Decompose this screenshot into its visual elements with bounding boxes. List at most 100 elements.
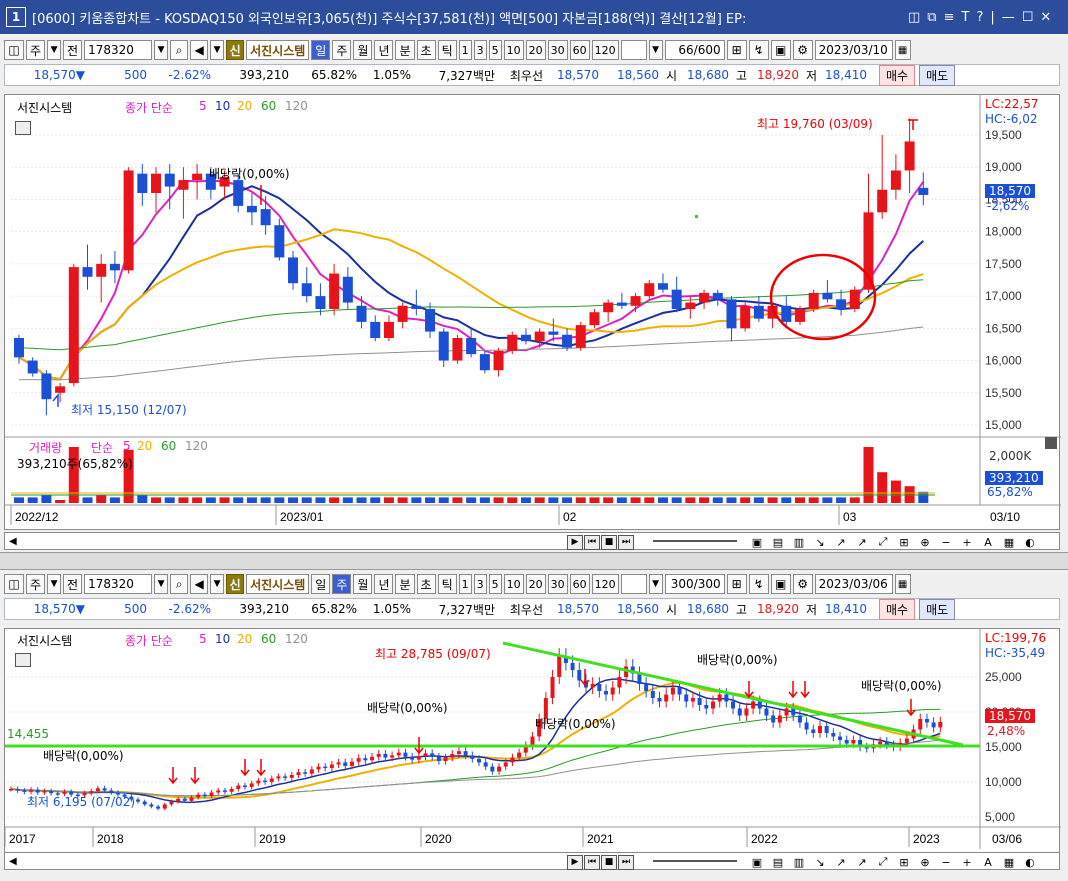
interval-input[interactable] xyxy=(620,40,647,60)
nav-icon[interactable]: ▶ xyxy=(567,854,583,870)
search-icon[interactable]: ⌕ xyxy=(170,574,189,594)
tab-period[interactable]: 초 xyxy=(416,40,436,60)
search-icon[interactable]: ⌕ xyxy=(170,40,189,60)
interval-button[interactable]: 120 xyxy=(591,40,619,60)
tool-icon[interactable]: ◐ xyxy=(1020,855,1040,870)
tool-icon[interactable]: ⊞ xyxy=(894,855,914,870)
tool-icon[interactable]: ↗ xyxy=(831,855,851,870)
new-button[interactable]: 신 xyxy=(226,40,245,60)
layout-icon[interactable]: ◫ xyxy=(4,574,24,594)
daily-chart-svg[interactable]: 19,50019,00018,50018,00017,50017,00016,5… xyxy=(5,95,1061,531)
tool-icon[interactable]: − xyxy=(936,535,956,550)
interval-button[interactable]: 30 xyxy=(547,574,568,594)
window-control-icon[interactable]: ☐ xyxy=(1022,10,1034,25)
grid-icon[interactable] xyxy=(15,121,31,135)
window-control-icon[interactable]: ? xyxy=(976,10,983,25)
weekly-scrollbar[interactable]: ◀ ▶ ⏮ ■ ⏭ ▣ ▤ ▥ ↘ ↗ ↗ ⤢ ⊞ ⊕ − + A ▦ ◐ xyxy=(4,852,1060,870)
window-control-icon[interactable]: — xyxy=(1002,10,1015,25)
layout-icon[interactable]: ◫ xyxy=(4,40,24,60)
tool-icon[interactable]: ↘ xyxy=(810,535,830,550)
interval-button[interactable]: 3 xyxy=(473,574,487,594)
interval-button[interactable]: 60 xyxy=(569,574,590,594)
dropdown-icon[interactable]: ▼ xyxy=(210,40,225,60)
speaker-icon[interactable]: ◀ xyxy=(190,40,209,60)
compare-icon[interactable]: ⊞ xyxy=(726,574,747,594)
speaker-icon[interactable]: ◀ xyxy=(190,574,209,594)
tab-period[interactable]: 분 xyxy=(395,574,415,594)
date-input[interactable]: 2023/03/10 xyxy=(814,40,893,60)
dropdown-icon[interactable]: ▼ xyxy=(47,574,62,594)
nav-icon[interactable]: ⏮ xyxy=(584,534,600,550)
tool-icon[interactable]: A xyxy=(978,855,998,870)
interval-button[interactable]: 20 xyxy=(525,574,546,594)
daily-chart-panel[interactable]: 19,500 19,000 18,500 18,000 17,500 17,000 16,5… xyxy=(4,94,1061,531)
nav-icon[interactable]: ▶ xyxy=(567,534,583,550)
date-input[interactable]: 2023/03/06 xyxy=(814,574,893,594)
interval-button[interactable]: 60 xyxy=(569,40,590,60)
tool-icon[interactable]: ↗ xyxy=(852,855,872,870)
tool-icon[interactable]: ↗ xyxy=(852,535,872,550)
interval-button[interactable]: 20 xyxy=(525,40,546,60)
tool-icon[interactable]: ▤ xyxy=(768,535,788,550)
tool-icon[interactable]: A xyxy=(978,535,998,550)
period-select[interactable]: 주 xyxy=(26,574,46,594)
weekly-chart-svg[interactable]: 25,00020,00015,00010,0005,00020172018201… xyxy=(4,629,1061,857)
mode-button[interactable]: 전 xyxy=(63,574,83,594)
sell-button[interactable]: 매도 xyxy=(919,64,956,86)
scroll-left-icon[interactable]: ◀ xyxy=(9,856,17,867)
interval-button[interactable]: 5 xyxy=(488,40,502,60)
interval-button[interactable]: 5 xyxy=(488,574,502,594)
buy-button[interactable]: 매수 xyxy=(879,64,916,86)
window-control-icon[interactable]: ✕ xyxy=(1040,10,1051,25)
tool-icon[interactable]: ▦ xyxy=(999,855,1019,870)
save-icon[interactable]: ▣ xyxy=(770,40,791,60)
dropdown-icon[interactable]: ▼ xyxy=(648,40,663,60)
indicator-icon[interactable]: ↯ xyxy=(748,574,769,594)
dropdown-icon[interactable]: ▼ xyxy=(154,40,169,60)
window-control-icon[interactable]: ⧉ xyxy=(927,10,936,25)
tool-icon[interactable]: ⤢ xyxy=(873,855,893,870)
interval-button[interactable]: 1 xyxy=(458,40,472,60)
grid-icon[interactable] xyxy=(15,653,31,667)
tab-period[interactable]: 년 xyxy=(374,574,394,594)
new-button[interactable]: 신 xyxy=(226,574,245,594)
interval-button[interactable]: 120 xyxy=(591,574,619,594)
tab-period[interactable]: 주 xyxy=(332,40,352,60)
nav-icon[interactable]: ⏭ xyxy=(618,854,634,870)
nav-icon[interactable]: ⏭ xyxy=(618,534,634,550)
tool-icon[interactable]: − xyxy=(936,855,956,870)
tool-icon[interactable]: ◐ xyxy=(1020,535,1040,550)
tab-period[interactable]: 분 xyxy=(395,40,415,60)
dropdown-icon[interactable]: ▼ xyxy=(210,574,225,594)
tab-period[interactable]: 틱 xyxy=(437,40,457,60)
gear-icon[interactable]: ⚙ xyxy=(792,40,813,60)
nav-icon[interactable]: ■ xyxy=(601,534,617,550)
tab-period[interactable]: 월 xyxy=(353,574,373,594)
interval-input[interactable] xyxy=(620,574,647,594)
tool-icon[interactable]: ▥ xyxy=(789,855,809,870)
weekly-chart-panel[interactable]: 25,00020,00015,00010,0005,00020172018201… xyxy=(4,628,1061,857)
compare-icon[interactable]: ⊞ xyxy=(726,40,747,60)
window-control-icon[interactable]: ◫ xyxy=(908,10,920,25)
interval-button[interactable]: 10 xyxy=(503,574,524,594)
interval-button[interactable]: 1 xyxy=(458,574,472,594)
tab-period[interactable]: 틱 xyxy=(437,574,457,594)
window-control-icon[interactable]: ≡ xyxy=(944,10,955,25)
tab-period[interactable]: 월 xyxy=(353,40,373,60)
tab-period[interactable]: 일 xyxy=(311,574,331,594)
dropdown-icon[interactable]: ▼ xyxy=(154,574,169,594)
count-input[interactable]: 300/300 xyxy=(664,574,725,594)
calendar-icon[interactable]: ▦ xyxy=(894,40,911,60)
scroll-left-icon[interactable]: ◀ xyxy=(9,536,17,547)
nav-icon[interactable]: ⏮ xyxy=(584,854,600,870)
pane-divider[interactable] xyxy=(0,552,1068,570)
mode-button[interactable]: 전 xyxy=(63,40,83,60)
sell-button[interactable]: 매도 xyxy=(919,598,956,620)
interval-button[interactable]: 3 xyxy=(473,40,487,60)
tool-icon[interactable]: ↘ xyxy=(810,855,830,870)
dropdown-icon[interactable]: ▼ xyxy=(648,574,663,594)
tool-icon[interactable]: ↗ xyxy=(831,535,851,550)
tool-icon[interactable]: + xyxy=(957,535,977,550)
tool-icon[interactable]: ▦ xyxy=(999,535,1019,550)
tab-period[interactable]: 일 xyxy=(311,40,331,60)
